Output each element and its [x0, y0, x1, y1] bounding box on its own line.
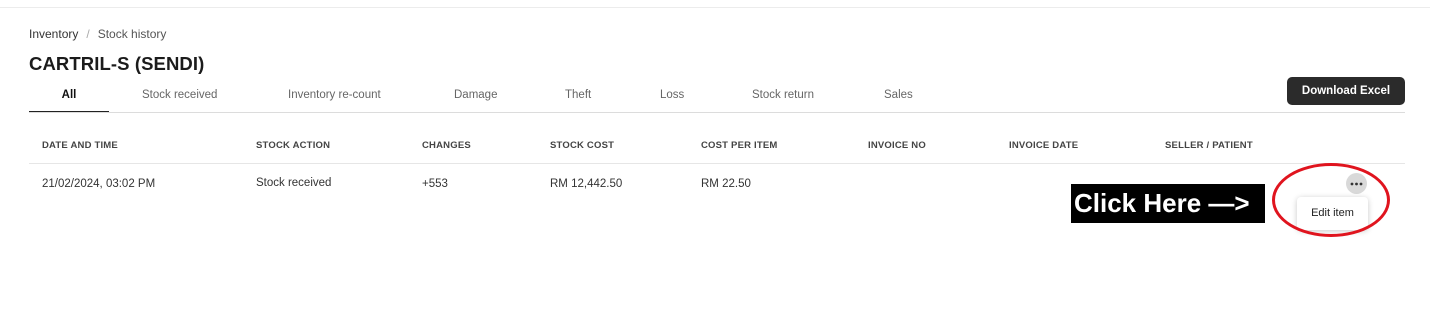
breadcrumb-separator: /: [86, 27, 90, 41]
tab-stock-return[interactable]: Stock return: [752, 84, 814, 112]
table-header: DATE AND TIME STOCK ACTION CHANGES STOCK…: [29, 132, 1405, 164]
tab-theft[interactable]: Theft: [565, 84, 591, 112]
breadcrumb-stock-history: Stock history: [97, 27, 167, 41]
breadcrumb: Inventory / Stock history: [29, 27, 166, 41]
column-header-date-time: DATE AND TIME: [42, 140, 118, 151]
column-header-stock-cost: STOCK COST: [550, 140, 615, 151]
cell-changes: +553: [422, 178, 448, 190]
tab-loss[interactable]: Loss: [660, 84, 684, 112]
tab-bar: All Stock received Inventory re-count Da…: [29, 84, 1405, 113]
tab-sales[interactable]: Sales: [884, 84, 913, 112]
annotation-click-here: Click Here —>: [1071, 184, 1265, 223]
column-header-changes: CHANGES: [422, 140, 471, 151]
cell-date-time: 21/02/2024, 03:02 PM: [42, 178, 156, 190]
page-title: CARTRIL-S (SENDI): [29, 53, 205, 74]
column-header-cost-per-item: COST PER ITEM: [701, 140, 778, 151]
annotation-highlight-circle: [1272, 163, 1390, 237]
tab-bar-divider: [29, 112, 1405, 113]
breadcrumb-inventory[interactable]: Inventory: [29, 27, 78, 41]
column-header-stock-action: STOCK ACTION: [256, 140, 331, 151]
download-excel-button[interactable]: Download Excel: [1287, 77, 1405, 105]
cell-stock-action: Stock received: [256, 177, 332, 189]
tab-all[interactable]: All: [29, 84, 109, 113]
tab-damage[interactable]: Damage: [454, 84, 497, 112]
column-header-invoice-no: INVOICE NO: [868, 140, 926, 151]
column-header-seller-patient: SELLER / PATIENT: [1165, 140, 1253, 151]
cell-cost-per-item: RM 22.50: [701, 178, 751, 190]
cell-stock-cost: RM 12,442.50: [550, 178, 623, 190]
tab-stock-received[interactable]: Stock received: [142, 84, 217, 112]
column-header-invoice-date: INVOICE DATE: [1009, 140, 1079, 151]
top-divider: [0, 7, 1430, 8]
tab-inventory-recount[interactable]: Inventory re-count: [288, 84, 381, 112]
